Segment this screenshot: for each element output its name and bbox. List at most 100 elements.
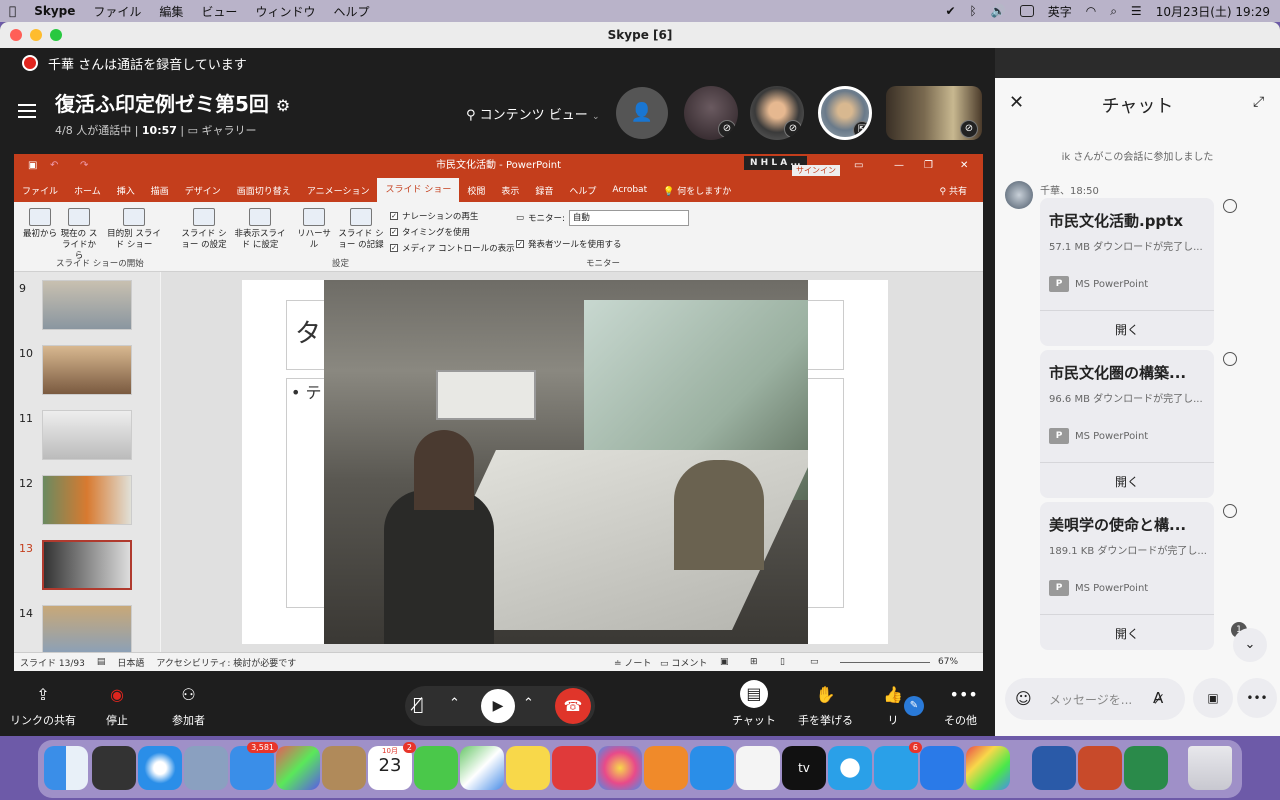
record-show-button[interactable]: スライド ショー の記録 [336,208,386,251]
stop-recording-button[interactable]: ◉ 停止 [106,684,128,728]
tab-transitions[interactable]: 画面切り替え [229,184,299,197]
tab-animations[interactable]: アニメーション [299,184,378,197]
finder-icon[interactable] [44,746,88,790]
hide-slide-button[interactable]: 非表示スライド に設定 [232,208,288,251]
open-file-button[interactable]: 開く [1040,614,1214,642]
tab-record[interactable]: 録音 [527,184,561,197]
menu-file[interactable]: ファイル [84,3,150,20]
emoji-icon[interactable]: ☺ [1015,689,1032,708]
accessibility-status[interactable]: アクセシビリティ: 検討が必要です [150,656,302,669]
slide-thumbnail[interactable] [42,475,132,525]
custom-show-button[interactable]: 目的別 スライド ショー [104,208,164,251]
skype-beta-icon[interactable]: 6 [874,742,922,790]
hang-up-button[interactable]: ☎ [555,688,591,724]
zoom-icon[interactable] [920,746,964,790]
maps-icon[interactable] [460,746,504,790]
books-icon[interactable] [644,746,688,790]
redo-icon[interactable]: ↷ [80,154,88,178]
search-icon[interactable]: ⌕ [1110,4,1117,19]
wifi-icon[interactable]: ◠ [1086,4,1096,18]
ribbon-display-icon[interactable]: ▭ [854,154,863,178]
meeting-room-photo[interactable] [324,280,808,644]
menu-edit[interactable]: 編集 [150,3,192,20]
slideshow-view-icon[interactable]: ▭ [810,657,819,667]
scroll-down-button[interactable]: ⌄ [1233,628,1267,662]
camera-button[interactable]: ▶ [481,689,515,723]
menu-help[interactable]: ヘルプ [324,3,378,20]
tab-review[interactable]: 校閲 [459,184,493,197]
slide-thumbnail[interactable] [42,605,132,655]
volume-icon[interactable]: 🔊 [991,4,1006,18]
tell-me-search[interactable]: 💡 何をしますか [655,184,739,197]
slide-thumbnail-selected[interactable] [42,540,132,590]
from-current-button[interactable]: 現在の スライドから [60,208,98,262]
contacts-icon[interactable] [322,746,366,790]
from-start-button[interactable]: 最初から [22,208,58,240]
add-people-button[interactable]: 👤 [616,87,668,139]
tab-draw[interactable]: 描画 [143,184,177,197]
slide-thumbnail[interactable] [42,345,132,395]
message-input[interactable]: ☺ メッセージを... A̷ [1005,678,1185,720]
safari-icon[interactable] [138,746,182,790]
slide-thumbnail[interactable] [42,410,132,460]
zoom-level[interactable]: 67% [938,657,958,667]
emoji-react-icon[interactable] [1223,504,1237,518]
participant-avatar-2[interactable]: ⊘ [750,86,804,140]
media-controls-checkbox[interactable]: ✓ メディア コントロールの表示 [390,242,515,254]
language-indicator[interactable]: 日本語 [111,656,150,669]
chevron-up-icon[interactable]: ⌃ [523,696,534,711]
menu-app-name[interactable]: Skype [25,4,84,18]
minimize-icon[interactable]: — [894,154,904,178]
timing-checkbox[interactable]: ✓ タイミングを使用 [390,226,470,238]
tab-acrobat[interactable]: Acrobat [604,185,655,195]
calendar-icon[interactable]: 10月 23 2 [368,742,416,790]
presenter-view-checkbox[interactable]: ✓ 発表者ツールを使用する [516,238,622,250]
reminders-icon[interactable] [736,746,780,790]
file-card[interactable]: 美唄学の使命と構... 189.1 KB ダウンロードが完了し... P MS P… [1040,502,1214,650]
view-mode-label[interactable]: ギャラリー [202,124,257,137]
sorter-view-icon[interactable]: ⊞ [750,657,758,667]
format-text-icon[interactable]: A̷ [1153,689,1163,707]
prism-icon[interactable] [966,746,1010,790]
settings-gear-icon[interactable]: ⚙ [276,96,290,115]
comments-button[interactable]: ▭ コメント [660,656,707,669]
participant-avatar-3[interactable]: ⇱ [818,86,872,140]
notes-icon[interactable] [506,746,550,790]
slide-thumbnail[interactable] [42,280,132,330]
pencil-icon[interactable]: ✎ [904,696,924,716]
menu-hamburger-icon[interactable] [18,104,36,118]
rehearse-button[interactable]: リハーサル [294,208,334,251]
word-icon[interactable] [1032,746,1076,790]
app-store-icon[interactable] [690,746,734,790]
restore-icon[interactable]: ❐ [924,154,933,178]
participant-avatar-1[interactable]: ⊘ [684,86,738,140]
close-window-button[interactable] [10,29,22,41]
setup-show-button[interactable]: スライド ショー の設定 [178,208,230,251]
file-name[interactable]: 市民文化圏の構築... [1049,362,1186,383]
photos-icon[interactable] [598,746,642,790]
menu-window[interactable]: ウィンドウ [246,3,324,20]
open-file-button[interactable]: 開く [1040,462,1214,490]
launchpad-icon[interactable] [276,746,320,790]
content-view-dropdown[interactable]: ⚲ コンテンツ ビュー ⌄ [466,104,600,123]
photo-booth-icon[interactable] [552,746,596,790]
file-card[interactable]: 市民文化活動.pptx 57.1 MB ダウンロードが完了し... P MS Po… [1040,198,1214,346]
control-center-icon[interactable]: ☰ [1131,4,1142,18]
emoji-react-icon[interactable] [1223,199,1237,213]
sender-avatar[interactable] [1005,181,1033,209]
tab-design[interactable]: デザイン [177,184,229,197]
excel-icon[interactable] [1124,746,1168,790]
zoom-slider[interactable] [840,662,930,663]
open-file-button[interactable]: 開く [1040,310,1214,338]
file-card[interactable]: 市民文化圏の構築... 96.6 MB ダウンロードが完了し... P MS Po… [1040,350,1214,498]
tab-help[interactable]: ヘルプ [561,184,604,197]
powerpoint-app-icon[interactable] [1078,746,1122,790]
mic-muted-icon[interactable]: 🎙̸ [413,695,423,715]
close-icon[interactable]: ✕ [960,154,968,178]
messages-icon[interactable] [414,746,458,790]
more-button[interactable]: ••• その他 [944,684,978,728]
participants-button[interactable]: ⚇ 参加者 [172,684,205,728]
chat-button[interactable]: ▤ チャット [732,680,776,728]
react-button[interactable]: 👍 リ [882,684,904,728]
save-icon[interactable]: ▣ [28,154,37,178]
